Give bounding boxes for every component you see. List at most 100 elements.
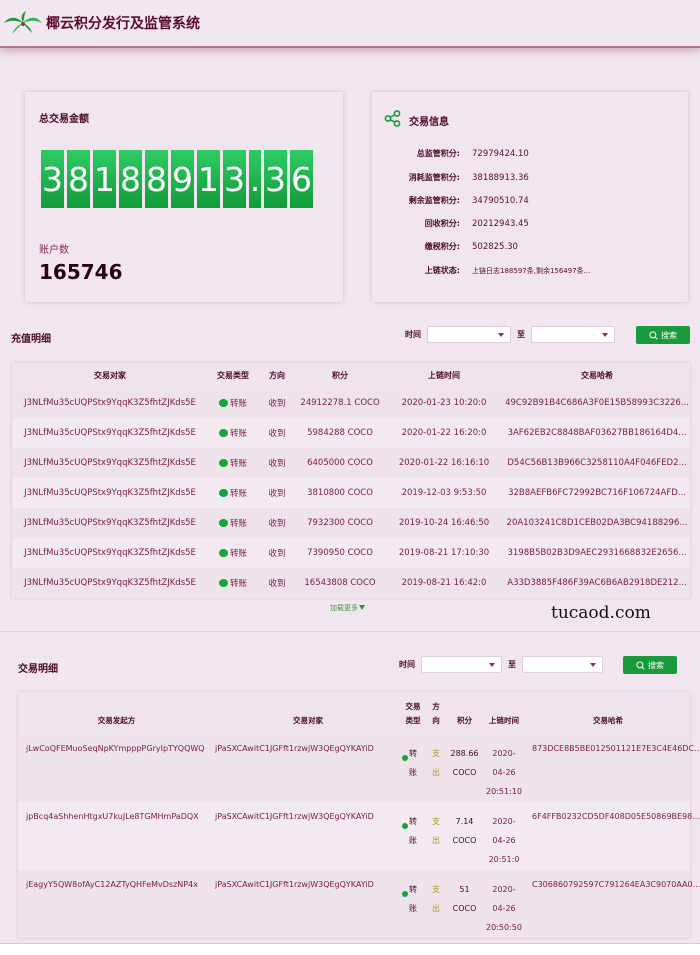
info-value: 上链日志188597条,剩余156497条...	[472, 266, 591, 275]
info-value: 502825.30	[472, 241, 518, 252]
time-label: 时间	[399, 660, 415, 669]
info-label: 缴税积分:	[424, 242, 460, 251]
end-time-select[interactable]	[531, 326, 615, 343]
column-header: 交易类型	[401, 692, 425, 734]
type-cell: 转账	[208, 388, 258, 418]
time-cell: 2020- 04-26 20:51:0	[482, 802, 526, 870]
table-header-row: 交易发起方 交易对家 交易 类型 方向 积分 上链时间 交易哈希	[18, 692, 690, 734]
time-line: 2020-	[492, 749, 516, 758]
column-header: 方向	[258, 363, 296, 388]
direction-cell: 收到	[258, 388, 296, 418]
info-row-tax: 缴税积分: 502825.30	[372, 241, 688, 252]
hash-link[interactable]: 873DCE8B5BE012501121E7E3C4E46DC...	[526, 734, 700, 802]
hash-link[interactable]: C306860792597C791264EA3C9070AA0...	[526, 870, 700, 938]
counter-digit: 1	[93, 150, 116, 208]
amount-line: COCO	[452, 768, 477, 777]
wechat-icon	[218, 549, 228, 557]
column-header: 上链时间	[384, 363, 504, 388]
time-cell: 2020-01-22 16:20:0	[384, 418, 504, 448]
caret-down-icon	[489, 663, 495, 667]
type-cell: 转账	[401, 802, 425, 870]
hash-link[interactable]: 49C92B91B4C686A3F0E15B58993C3226...	[504, 388, 690, 418]
counterparty-cell: jPaSXCAwitC1JGFft1rzwjW3QEgQYKAYiD	[215, 734, 401, 802]
time-cell: 2020- 04-26 20:51:10	[482, 734, 526, 802]
info-label: 上链状态:	[424, 266, 460, 275]
search-label: 搜索	[661, 330, 677, 340]
hash-link[interactable]: 32B8AEFB6FC72992BC716F106724AFD...	[504, 478, 690, 508]
amount-cell: 5984288 COCO	[296, 418, 384, 448]
type-label: 转账	[229, 549, 247, 559]
recharge-table: 交易对家 交易类型 方向 积分 上链时间 交易哈希 J3NLfMu35cUQPS…	[12, 363, 690, 598]
hash-link[interactable]: 6F4FFB0232CD5DF408D05E50869BE98...	[526, 802, 700, 870]
recharge-search-button[interactable]: 搜索	[636, 326, 690, 344]
direction-cell: 支出	[425, 802, 447, 870]
type-line: 账	[409, 904, 417, 913]
counter-digit: 6	[290, 150, 313, 208]
amount-line: 288.66	[450, 749, 479, 758]
caret-down-icon	[590, 663, 596, 667]
to-label: 至	[508, 660, 516, 669]
section-divider	[0, 631, 700, 632]
load-more-button[interactable]: 加载更多	[330, 603, 365, 613]
header-line: 方	[432, 702, 440, 711]
amount-cell: 7932300 COCO	[296, 508, 384, 538]
info-label: 总监管积分:	[416, 149, 460, 158]
type-line: 转	[409, 885, 417, 894]
wechat-icon	[218, 429, 228, 437]
amount-cell: 288.66 COCO	[447, 734, 482, 802]
time-cell: 2019-08-21 16:42:0	[384, 568, 504, 598]
time-line: 20:51:10	[486, 787, 522, 796]
type-cell: 转账	[401, 870, 425, 938]
start-time-select[interactable]	[427, 326, 511, 343]
column-header: 积分	[296, 363, 384, 388]
type-label: 转账	[229, 459, 247, 469]
wechat-icon	[218, 399, 228, 407]
hash-link[interactable]: D54C56B13B966C3258110A4F046FED2...	[504, 448, 690, 478]
load-more-label: 加载更多	[330, 604, 358, 612]
amount-cell: 7.14 COCO	[447, 802, 482, 870]
time-cell: 2019-10-24 16:46:50	[384, 508, 504, 538]
counterparty-cell: J3NLfMu35cUQPStx9YqqK3Z5fhtZJKds5E	[12, 568, 208, 598]
column-header: 交易哈希	[526, 692, 690, 734]
type-line: 账	[409, 836, 417, 845]
info-label: 剩余监管积分:	[408, 196, 460, 205]
table-row: J3NLfMu35cUQPStx9YqqK3Z5fhtZJKds5E 转账 收到 64…	[12, 448, 690, 478]
type-cell: 转账	[208, 448, 258, 478]
counter-digit: 3	[223, 150, 246, 208]
info-value: 34790510.74	[472, 195, 529, 206]
header-line: 类型	[405, 716, 421, 725]
table-row: jEagyY5QW8ofAyC12AZTyQHFeMvDszNP4x jPaSXC…	[18, 870, 700, 938]
direction-cell: 收到	[258, 418, 296, 448]
account-count-label: 账户数	[39, 245, 69, 256]
counter-digit: 8	[145, 150, 168, 208]
time-line: 2020-	[492, 817, 516, 826]
share-nodes-icon	[384, 110, 401, 127]
transactions-table: 交易发起方 交易对家 交易 类型 方向 积分 上链时间 交易哈希 jLwCoQFE…	[18, 692, 700, 938]
app-title: 椰云积分发行及监管系统	[46, 16, 200, 32]
type-line: 转	[409, 749, 417, 758]
info-row-consumed-supervised: 消耗监管积分: 38188913.36	[372, 172, 688, 183]
hash-link[interactable]: 3AF62EB2C8848BAF03627BB186164D4...	[504, 418, 690, 448]
initiator-cell: jpBcq4aShhenHtgxU7kuJLe8TGMHmPaDQX	[18, 802, 215, 870]
start-time-select[interactable]	[421, 656, 502, 673]
amount-cell: 51 COCO	[447, 870, 482, 938]
info-row-remaining-supervised: 剩余监管积分: 34790510.74	[372, 195, 688, 206]
table-row: J3NLfMu35cUQPStx9YqqK3Z5fhtZJKds5E 转账 收到 16…	[12, 568, 690, 598]
hash-link[interactable]: A33D3885F486F39AC6B6AB2918DE212...	[504, 568, 690, 598]
table-row: jpBcq4aShhenHtgxU7kuJLe8TGMHmPaDQX jPaSXC…	[18, 802, 700, 870]
time-line: 04-26	[492, 768, 516, 777]
search-icon	[649, 330, 658, 340]
counter-digit: 1	[197, 150, 220, 208]
transactions-search-button[interactable]: 搜索	[623, 656, 677, 674]
end-time-select[interactable]	[522, 656, 603, 673]
wechat-icon	[218, 489, 228, 497]
direction-line: 出	[432, 904, 440, 913]
direction-line: 支	[432, 885, 440, 894]
palm-leaf-logo-icon	[4, 11, 42, 34]
wechat-icon	[218, 579, 228, 587]
counterparty-cell: jPaSXCAwitC1JGFft1rzwjW3QEgQYKAYiD	[215, 802, 401, 870]
hash-link[interactable]: 3198B5B02B3D9AEC2931668832E2656...	[504, 538, 690, 568]
total-amount-counter: 3 8 1 8 8 9 1 3 . 3 6	[41, 150, 313, 208]
caret-down-icon	[602, 333, 608, 337]
hash-link[interactable]: 20A103241C8D1CEB02DA3BC94188296...	[504, 508, 690, 538]
